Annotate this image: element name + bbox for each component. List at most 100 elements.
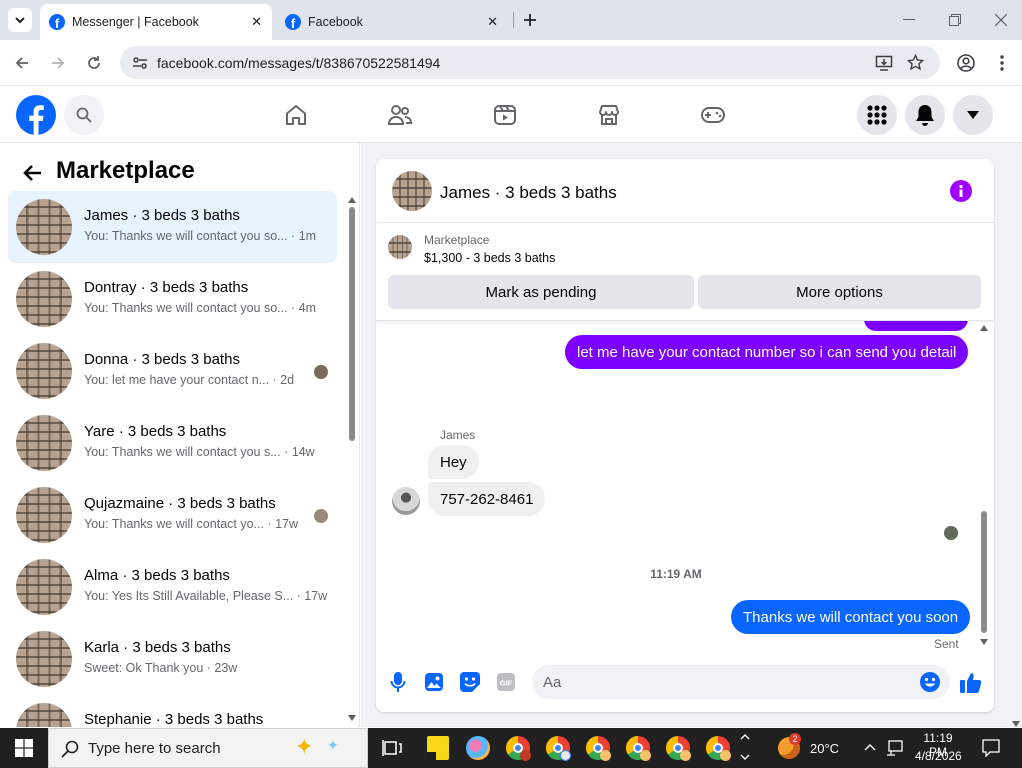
voice-clip-button[interactable] xyxy=(387,671,409,693)
emoji-icon[interactable] xyxy=(920,672,940,692)
nav-home[interactable] xyxy=(282,101,310,129)
like-button[interactable] xyxy=(960,671,982,693)
weather-temperature: 20°C xyxy=(810,741,840,756)
info-button[interactable] xyxy=(950,180,972,202)
conversation-item[interactable]: James · 3 beds 3 baths You: Thanks we wi… xyxy=(8,191,337,263)
close-tab-icon[interactable]: ✕ xyxy=(251,14,262,30)
incoming-message[interactable]: Hey xyxy=(428,445,479,479)
scroll-up-icon xyxy=(980,325,988,331)
menu-button[interactable] xyxy=(857,95,897,135)
conversation-item[interactable]: Qujazmaine · 3 beds 3 baths You: Thanks … xyxy=(8,479,337,551)
plus-icon xyxy=(524,14,536,26)
reload-icon xyxy=(88,56,100,69)
sticky-notes-app[interactable] xyxy=(427,736,449,760)
notifications-button[interactable] xyxy=(905,95,945,135)
taskbar-overflow-arrows[interactable] xyxy=(739,730,751,766)
incoming-message[interactable]: 757-262-8461 xyxy=(428,482,546,516)
tab-search-button[interactable] xyxy=(8,8,32,32)
chrome-profile-2[interactable] xyxy=(546,736,571,761)
start-button[interactable] xyxy=(0,728,48,768)
conversation-item[interactable]: Donna · 3 beds 3 baths You: let me have … xyxy=(8,335,337,407)
notification-center-icon[interactable] xyxy=(982,739,1000,757)
taskbar-date[interactable]: 4/8/2026 xyxy=(915,749,962,763)
tab-messenger[interactable]: f Messenger | Facebook ✕ xyxy=(40,4,272,40)
conversation-preview: You: Thanks we will contact yo... · 17w xyxy=(84,517,298,531)
kebab-menu-icon xyxy=(1000,55,1004,71)
attach-photo-button[interactable] xyxy=(423,671,445,693)
conversation-item[interactable]: Karla · 3 beds 3 baths Sweet: Ok Thank y… xyxy=(8,623,337,695)
outgoing-message[interactable]: let me have your contact number so i can… xyxy=(565,335,969,369)
nav-marketplace[interactable] xyxy=(595,101,623,129)
page-scroll-down-icon[interactable] xyxy=(1012,714,1020,727)
close-window-button[interactable] xyxy=(989,8,1013,32)
info-icon xyxy=(959,185,963,197)
nav-gaming[interactable] xyxy=(699,101,727,129)
minimize-button[interactable] xyxy=(897,8,921,32)
bookmark-star-icon[interactable] xyxy=(907,54,924,71)
search-highlight-sparkle-icon: ✦ xyxy=(327,737,339,753)
reload-button[interactable] xyxy=(81,50,107,76)
listing-avatar[interactable] xyxy=(392,171,432,211)
new-tab-button[interactable] xyxy=(520,10,540,30)
conversation-item[interactable]: Dontray · 3 beds 3 baths You: Thanks we … xyxy=(8,263,337,335)
nav-video[interactable] xyxy=(491,101,519,129)
forward-button[interactable] xyxy=(45,50,71,76)
scroll-up-icon xyxy=(348,197,356,203)
facebook-logo-icon[interactable] xyxy=(16,95,56,135)
listing-thumbnail xyxy=(16,487,72,543)
sender-avatar[interactable] xyxy=(392,487,420,515)
conversation-item[interactable]: Stephanie · 3 beds 3 baths xyxy=(8,695,337,727)
search-button[interactable] xyxy=(64,95,104,135)
weather-widget[interactable]: 2 20°C xyxy=(775,732,845,764)
paint-app[interactable] xyxy=(466,736,490,760)
chat-scrollbar[interactable] xyxy=(979,325,989,651)
restore-button[interactable] xyxy=(943,8,967,32)
message-timestamp: 11:19 AM xyxy=(650,567,702,581)
install-app-icon[interactable] xyxy=(875,54,893,72)
sticker-button[interactable] xyxy=(459,671,481,693)
restore-icon xyxy=(949,14,961,26)
scrollbar-thumb[interactable] xyxy=(981,511,987,633)
conversation-item[interactable]: Yare · 3 beds 3 baths You: Thanks we wil… xyxy=(8,407,337,479)
message-input[interactable]: Aa xyxy=(532,665,950,699)
nav-friends[interactable] xyxy=(386,101,414,129)
mark-as-pending-button[interactable]: Mark as pending xyxy=(388,275,694,309)
listing-title[interactable]: $1,300 - 3 beds 3 baths xyxy=(424,251,555,265)
back-button[interactable] xyxy=(18,161,46,185)
message-status: Sent xyxy=(934,637,959,651)
chat-title[interactable]: James · 3 beds 3 baths xyxy=(440,183,617,203)
conversation-preview: You: Yes Its Still Available, Please S..… xyxy=(84,589,328,603)
task-view-button[interactable] xyxy=(380,736,404,760)
chevron-up-icon xyxy=(740,734,750,740)
taskbar-search[interactable]: Type here to search ✦ ✦ xyxy=(48,728,368,768)
chrome-profile-5[interactable] xyxy=(666,736,691,761)
message-list: let me have your contact number so i can… xyxy=(376,321,994,659)
more-options-button[interactable]: More options xyxy=(698,275,981,309)
conversation-preview: Sweet: Ok Thank you · 23w xyxy=(84,661,238,675)
profile-icon xyxy=(957,54,975,72)
tab-title: Messenger | Facebook xyxy=(72,15,199,29)
conversation-preview: You: Thanks we will contact you so... · … xyxy=(84,301,317,315)
chrome-profile-4[interactable] xyxy=(626,736,651,761)
network-icon[interactable] xyxy=(886,739,904,757)
page-title: Marketplace xyxy=(56,157,195,184)
show-hidden-icons-icon[interactable] xyxy=(864,743,876,751)
back-button[interactable] xyxy=(9,50,35,76)
gif-button[interactable]: GIF xyxy=(495,671,517,693)
chrome-profile-6[interactable] xyxy=(706,736,731,761)
tab-facebook[interactable]: f Facebook ✕ xyxy=(276,4,508,40)
seen-avatar xyxy=(313,508,329,524)
chrome-profile-1[interactable] xyxy=(506,736,531,761)
site-settings-icon[interactable] xyxy=(132,55,148,71)
scrollbar[interactable] xyxy=(347,195,357,725)
close-tab-icon[interactable]: ✕ xyxy=(487,14,498,30)
outgoing-message[interactable]: Thanks we will contact you soon xyxy=(731,600,971,634)
conversation-item[interactable]: Alma · 3 beds 3 baths You: Yes Its Still… xyxy=(8,551,337,623)
account-button[interactable] xyxy=(953,95,993,135)
profile-button[interactable] xyxy=(953,50,979,76)
browser-menu-button[interactable] xyxy=(989,50,1015,76)
conversation-preview: You: let me have your contact n... · 2d xyxy=(84,373,295,387)
address-bar[interactable]: facebook.com/messages/t/838670522581494 xyxy=(120,46,940,79)
scrollbar-thumb[interactable] xyxy=(349,207,355,441)
chrome-profile-3[interactable] xyxy=(586,736,611,761)
